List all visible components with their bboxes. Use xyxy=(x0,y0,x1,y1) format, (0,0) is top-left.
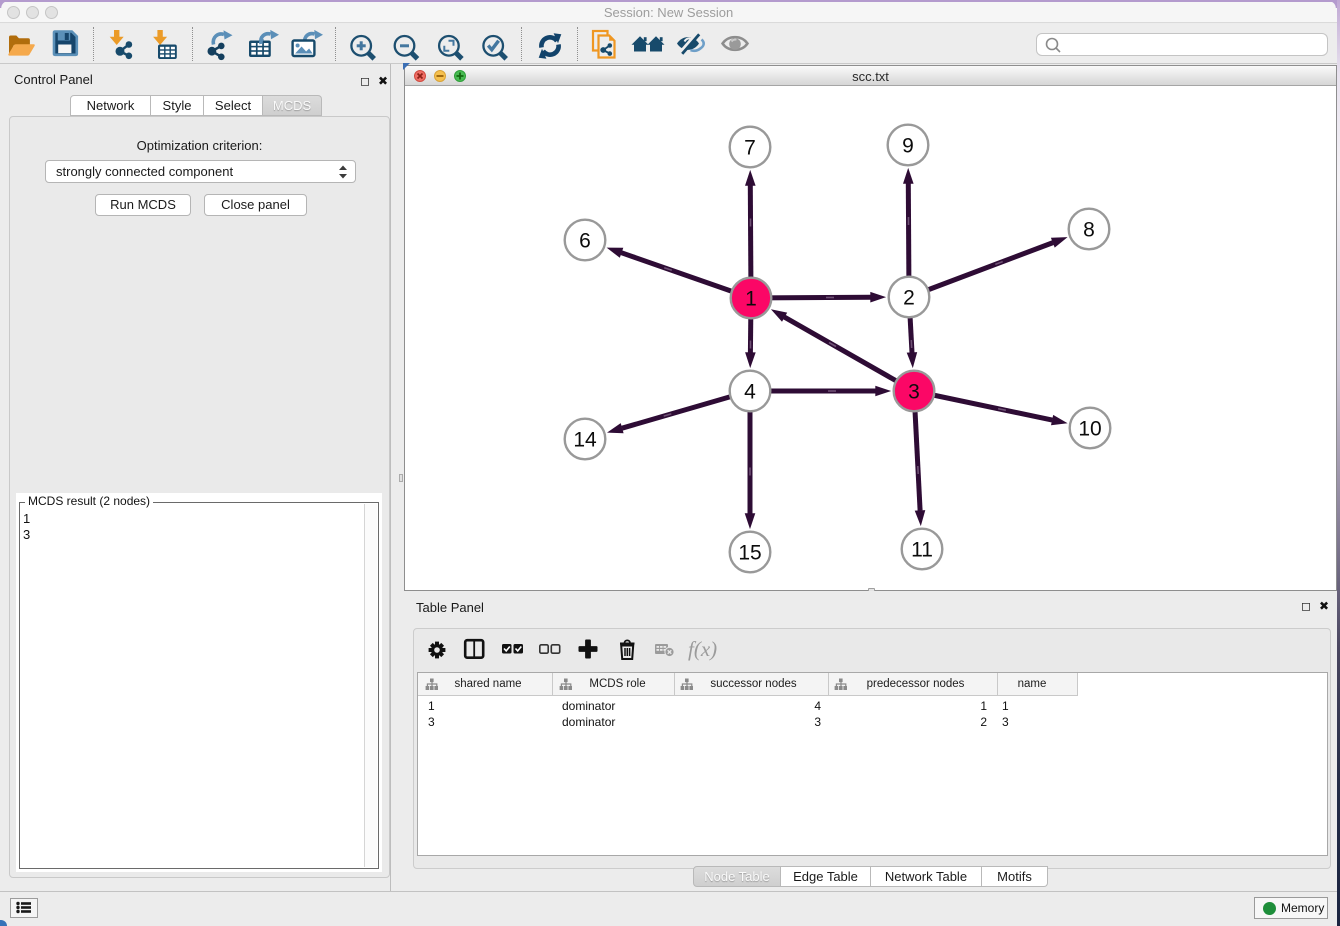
svg-text:15: 15 xyxy=(738,542,761,565)
svg-text:8: 8 xyxy=(1083,219,1095,242)
svg-text:f(x): f(x) xyxy=(688,637,717,661)
svg-text:14: 14 xyxy=(573,429,597,452)
svg-text:2: 2 xyxy=(903,287,915,310)
svg-text:10: 10 xyxy=(1078,418,1101,441)
svg-text:6: 6 xyxy=(579,230,591,253)
svg-text:1: 1 xyxy=(745,288,757,311)
svg-text:11: 11 xyxy=(911,539,933,562)
svg-text:4: 4 xyxy=(744,381,756,404)
svg-text:7: 7 xyxy=(744,137,756,160)
svg-text:9: 9 xyxy=(902,135,914,158)
svg-text:3: 3 xyxy=(908,381,920,404)
